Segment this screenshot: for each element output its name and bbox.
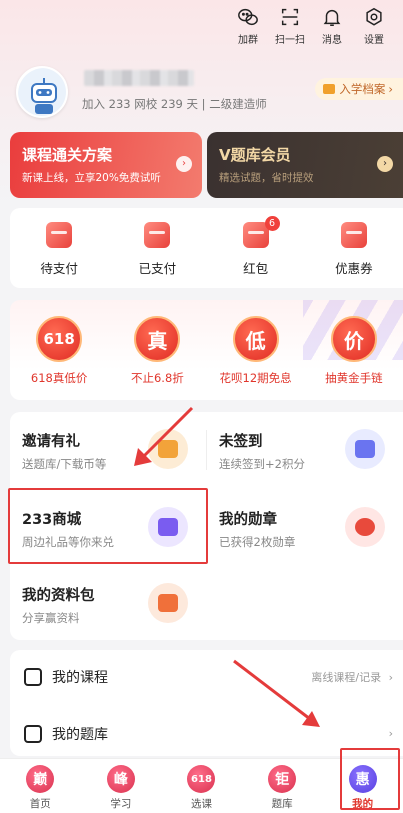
chevron-right-icon: ›: [377, 156, 393, 172]
scan-icon: [281, 8, 299, 26]
settings-button[interactable]: 设置: [353, 6, 395, 46]
paid-card-icon: [144, 222, 171, 248]
offline-courses-label: 离线课程/记录: [311, 670, 382, 684]
tab-choose-course[interactable]: 618 选课: [161, 759, 242, 813]
pdf-icon: [148, 583, 188, 623]
chevron-right-icon: ›: [176, 156, 192, 172]
play-video-icon: [24, 667, 42, 686]
chevron-right-icon: ›: [388, 82, 393, 96]
my-list-card: 我的课程 离线课程/记录 › 我的题库 ›: [10, 650, 403, 756]
wechat-group-icon: [238, 8, 258, 26]
my-courses-row[interactable]: 我的课程 离线课程/记录 ›: [10, 650, 403, 703]
choose-course-tab-icon: 618: [187, 765, 216, 793]
service-title: 未签到: [219, 434, 263, 450]
archive-icon: [323, 84, 336, 94]
join-group-button[interactable]: 加群: [227, 6, 269, 46]
question-bank-tab-icon: 钜: [268, 765, 297, 793]
vip-bank-banner[interactable]: V题库会员 精选试题，省时提效 ›: [207, 132, 403, 198]
bell-icon: [323, 9, 341, 26]
enrollment-archive-button[interactable]: 入学档案 ›: [315, 78, 403, 100]
my-question-bank-label: 我的题库: [52, 726, 108, 743]
promo-badge-zhen: 真: [134, 316, 181, 362]
scan-label: 扫一扫: [275, 35, 305, 46]
study-tab-icon: 峰: [106, 765, 135, 793]
promo-item-618[interactable]: 618 618真低价: [10, 300, 108, 400]
orders-card: 待支付 已支付 6 红包 优惠券: [10, 208, 403, 288]
shop-highlight-box: [8, 488, 208, 564]
promo-item-lottery[interactable]: 价 抽黄金手链: [305, 300, 403, 400]
username-redacted: [84, 70, 194, 86]
gear-icon: [366, 7, 382, 26]
enrollment-archive-label: 入学档案: [339, 82, 386, 96]
join-group-label: 加群: [238, 35, 258, 46]
tab-question-bank[interactable]: 钜 题库: [242, 759, 323, 813]
service-subtitle: 送题库/下载币等: [22, 457, 107, 471]
medals-entry[interactable]: 我的勋章 已获得2枚勋章: [207, 490, 403, 564]
order-red-envelope[interactable]: 6 红包: [207, 208, 305, 288]
service-title: 我的勋章: [219, 512, 277, 528]
promo-label: 618真低价: [30, 371, 88, 385]
materials-pack-entry[interactable]: 我的资料包 分享赢资料: [10, 566, 206, 640]
red-envelope-count-badge: 6: [264, 216, 280, 231]
tab-label: 学习: [110, 798, 132, 810]
service-subtitle: 连续签到+2积分: [219, 457, 305, 471]
messages-button[interactable]: 消息: [311, 6, 353, 46]
mine-tab-highlight-box: [340, 748, 400, 810]
promo-label: 花呗12期免息: [219, 371, 292, 385]
order-pending-payment[interactable]: 待支付: [10, 208, 108, 288]
question-bank-icon: [24, 724, 42, 743]
settings-label: 设置: [364, 35, 384, 46]
coupon-icon: [340, 222, 367, 248]
vip-bank-title: V题库会员: [219, 146, 291, 164]
promo-item-discount[interactable]: 真 不止6.8折: [108, 300, 206, 400]
tab-label: 首页: [29, 798, 51, 810]
promo-label: 抽黄金手链: [325, 371, 383, 385]
tab-study[interactable]: 峰 学习: [81, 759, 162, 813]
promo-badge-618: 618: [36, 316, 83, 362]
promo-strip: 618 618真低价 真 不止6.8折 低 花呗12期免息 价 抽黄金手链: [10, 300, 403, 400]
course-plan-subtitle: 新课上线，立享20%免费试听: [22, 172, 161, 184]
wallet-icon: [46, 222, 73, 248]
profile-sub-info: 加入 233 网校 239 天 | 二级建造师: [82, 97, 267, 111]
check-in-entry[interactable]: 未签到 连续签到+2积分: [207, 412, 403, 486]
messages-label: 消息: [322, 35, 342, 46]
promo-item-installment[interactable]: 低 花呗12期免息: [207, 300, 305, 400]
order-coupon[interactable]: 优惠券: [305, 208, 403, 288]
gift-icon: [148, 429, 188, 469]
order-paid-label: 已支付: [138, 261, 177, 276]
avatar[interactable]: [16, 66, 68, 118]
order-red-envelope-label: 红包: [243, 261, 269, 276]
order-pending-label: 待支付: [40, 261, 78, 276]
tab-label: 选课: [190, 798, 212, 810]
promo-badge-jia: 价: [330, 316, 377, 362]
tab-home[interactable]: 巅 首页: [0, 759, 81, 813]
service-title: 我的资料包: [22, 588, 95, 604]
course-plan-title: 课程通关方案: [22, 146, 113, 164]
order-coupon-label: 优惠券: [335, 261, 373, 276]
order-paid[interactable]: 已支付: [108, 208, 206, 288]
home-tab-icon: 巅: [26, 765, 55, 793]
offline-courses-link[interactable]: 离线课程/记录 ›: [311, 669, 393, 685]
tab-label: 题库: [271, 798, 293, 810]
course-plan-banner[interactable]: 课程通关方案 新课上线，立享20%免费试听 ›: [10, 132, 202, 198]
calendar-icon: [345, 429, 385, 469]
service-title: 邀请有礼: [22, 434, 80, 450]
vip-bank-subtitle: 精选试题，省时提效: [219, 172, 314, 184]
service-subtitle: 分享赢资料: [22, 611, 80, 625]
chevron-right-icon: ›: [388, 727, 393, 740]
my-courses-label: 我的课程: [52, 669, 108, 686]
promo-label: 不止6.8折: [130, 371, 184, 385]
promo-badge-di: 低: [232, 316, 279, 362]
chevron-right-icon: ›: [388, 670, 393, 684]
service-subtitle: 已获得2枚勋章: [219, 535, 296, 549]
medal-icon: [345, 507, 385, 547]
scan-button[interactable]: 扫一扫: [269, 6, 311, 46]
invite-gift-entry[interactable]: 邀请有礼 送题库/下载币等: [10, 412, 206, 486]
header-toolbar: 加群 扫一扫 消息 设置: [227, 6, 395, 46]
